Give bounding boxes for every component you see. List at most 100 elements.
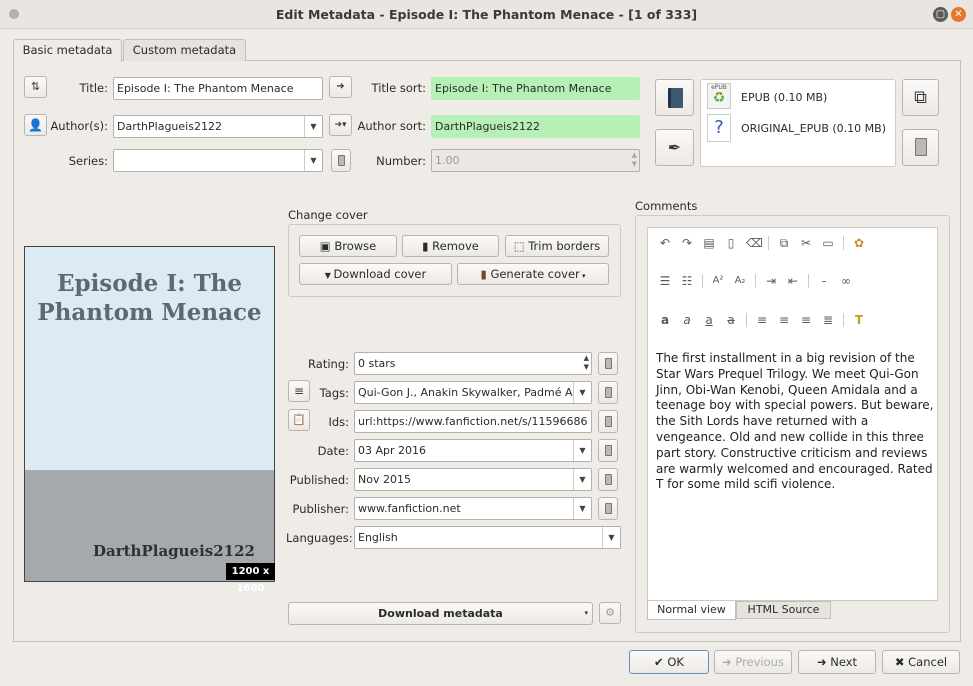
toolbar-separator <box>768 236 769 250</box>
indent-icon[interactable]: ⇥ <box>764 274 778 288</box>
align-center-icon[interactable]: ≡ <box>777 313 791 327</box>
formats-list[interactable]: ePUB ♻ EPUB (0.10 MB) ? ORIGINAL_EPUB (0.… <box>700 79 896 167</box>
title-label: Title: <box>79 81 108 95</box>
rating-spinbox[interactable]: 0 stars ▲ ▼ <box>354 352 592 375</box>
clear-published-button[interactable] <box>598 468 618 491</box>
tags-dropdown[interactable]: Qui-Gon J., Anakin Skywalker, Padmé Amid… <box>354 381 592 404</box>
browse-cover-button[interactable]: ▣ Browse <box>299 235 397 257</box>
bulleted-list-icon[interactable]: ☰ <box>658 274 672 288</box>
paste-icon[interactable]: ▭ <box>821 236 835 250</box>
published-picker[interactable]: Nov 2015 ▼ <box>354 468 592 491</box>
series-dropdown[interactable]: ▼ <box>113 149 323 172</box>
tab-label: Custom metadata <box>132 43 237 57</box>
clear-tags-button[interactable] <box>598 381 618 404</box>
clear-publisher-button[interactable] <box>598 497 618 520</box>
copy-icon[interactable]: ⧉ <box>777 236 791 250</box>
redo-icon[interactable]: ↷ <box>680 236 694 250</box>
tab-label: Basic metadata <box>22 43 113 57</box>
tab-html-source[interactable]: HTML Source <box>736 601 831 619</box>
ids-input[interactable]: url:https://www.fanfiction.net/s/1159668… <box>354 410 592 433</box>
backspace-icon[interactable]: ⌫ <box>746 236 763 250</box>
title-input[interactable]: Episode I: The Phantom Menace <box>113 77 323 100</box>
bold-icon[interactable]: a <box>658 313 672 327</box>
ok-button[interactable]: ✔ OK <box>629 650 709 674</box>
delete-icon[interactable]: ▯ <box>724 236 738 250</box>
editor-toolbar-row-1: ↶ ↷ ▤ ▯ ⌫ ⧉ ✂ ▭ ✿ <box>658 236 866 250</box>
author-sort-arrow-button[interactable]: ➜▾ <box>329 114 352 136</box>
configure-download-button[interactable]: ⚙ <box>599 602 621 624</box>
author-sort-input[interactable]: DarthPlagueis2122 <box>431 115 640 138</box>
clear-ids-button[interactable] <box>598 410 618 433</box>
tab-basic-metadata[interactable]: Basic metadata <box>13 39 122 62</box>
tab-custom-metadata[interactable]: Custom metadata <box>123 39 246 61</box>
numbered-list-icon[interactable]: ☷ <box>680 274 694 288</box>
previous-label: Previous <box>735 655 784 669</box>
text-style-icon[interactable]: T <box>852 313 866 327</box>
clear-rating-button[interactable] <box>598 352 618 375</box>
tags-value: Qui-Gon J., Anakin Skywalker, Padmé Amid… <box>358 386 592 399</box>
tab-normal-view[interactable]: Normal view <box>647 601 736 620</box>
download-cover-button[interactable]: ▼ Download cover <box>299 263 452 285</box>
select-all-icon[interactable]: ▤ <box>702 236 716 250</box>
align-right-icon[interactable]: ≡ <box>799 313 813 327</box>
cancel-label: Cancel <box>908 655 948 669</box>
swap-title-author-button[interactable]: ⇅ <box>24 76 47 98</box>
cancel-button[interactable]: ✖ Cancel <box>882 650 960 674</box>
comments-text[interactable]: The first installment in a big revision … <box>656 351 934 493</box>
italic-icon[interactable]: a <box>680 313 694 327</box>
date-label: Date: <box>317 444 349 458</box>
remove-cover-button[interactable]: ▮ Remove <box>402 235 499 257</box>
align-justify-icon[interactable]: ≣ <box>821 313 835 327</box>
languages-dropdown[interactable]: English ▼ <box>354 526 621 549</box>
subscript-icon[interactable]: A₂ <box>733 274 747 288</box>
author-dropdown[interactable]: DarthPlagueis2122 ▼ <box>113 115 323 138</box>
outdent-icon[interactable]: ⇤ <box>786 274 800 288</box>
publisher-dropdown[interactable]: www.fanfiction.net ▼ <box>354 497 592 520</box>
pen-icon: ✒ <box>667 138 682 157</box>
manage-tags-button[interactable]: ≡ <box>288 380 310 402</box>
manage-authors-button[interactable]: 👤 <box>24 114 47 136</box>
toolbar-separator <box>702 274 703 288</box>
trim-borders-button[interactable]: ⬚ Trim borders <box>505 235 609 257</box>
trash-icon: ▮ <box>422 239 433 253</box>
remove-format-button[interactable] <box>902 129 939 166</box>
cover-image[interactable]: Episode I: The Phantom Menace DarthPlagu… <box>24 246 275 594</box>
set-cover-from-format-button[interactable] <box>655 79 694 116</box>
trash-icon <box>605 474 612 485</box>
close-button[interactable]: ✕ <box>951 7 966 22</box>
add-format-button[interactable]: ⧉ <box>902 79 939 116</box>
cover-title-text: Episode I: The Phantom Menace <box>37 270 262 326</box>
color-picker-icon[interactable]: ✿ <box>852 236 866 250</box>
format-item[interactable]: ORIGINAL_EPUB (0.10 MB) <box>741 122 886 135</box>
published-label: Published: <box>289 473 349 487</box>
comments-editor[interactable]: ↶ ↷ ▤ ▯ ⌫ ⧉ ✂ ▭ ✿ ☰ ☷ A² A₂ ⇥ ⇤ - ∞ a a … <box>647 227 938 601</box>
download-metadata-button[interactable]: Download metadata ▾ <box>288 602 593 625</box>
link-icon[interactable]: ∞ <box>839 274 853 288</box>
superscript-icon[interactable]: A² <box>711 274 725 288</box>
clear-series-button[interactable] <box>331 149 351 172</box>
paste-isbn-button[interactable]: 📋 <box>288 409 310 431</box>
undo-icon[interactable]: ↶ <box>658 236 672 250</box>
align-left-icon[interactable]: ≡ <box>755 313 769 327</box>
format-item[interactable]: EPUB (0.10 MB) <box>741 91 827 104</box>
generate-cover-button[interactable]: ▮ Generate cover ▾ <box>457 263 609 285</box>
series-number-spinbox[interactable]: 1.00 ▲ ▼ <box>431 149 640 172</box>
clear-date-button[interactable] <box>598 439 618 462</box>
rating-label: Rating: <box>308 357 349 371</box>
arrow-right-icon: ➜ <box>816 655 831 669</box>
strikethrough-icon[interactable]: a <box>724 313 738 327</box>
title-sort-arrow-button[interactable]: ➜ <box>329 76 352 98</box>
tags-label: Tags: <box>319 386 349 400</box>
chevron-down-icon: ▼ <box>573 440 591 461</box>
maximize-button[interactable]: ▢ <box>933 7 948 22</box>
title-sort-input[interactable]: Episode I: The Phantom Menace <box>431 77 640 100</box>
next-button[interactable]: ➜ Next <box>798 650 876 674</box>
horizontal-rule-icon[interactable]: - <box>817 274 831 288</box>
underline-icon[interactable]: a <box>702 313 716 327</box>
date-picker[interactable]: 03 Apr 2016 ▼ <box>354 439 592 462</box>
date-value: 03 Apr 2016 <box>358 444 427 457</box>
edit-metadata-from-format-button[interactable]: ✒ <box>655 129 694 166</box>
cut-icon[interactable]: ✂ <box>799 236 813 250</box>
folder-icon: ▣ <box>319 239 335 253</box>
previous-button[interactable]: ➜ Previous <box>714 650 792 674</box>
